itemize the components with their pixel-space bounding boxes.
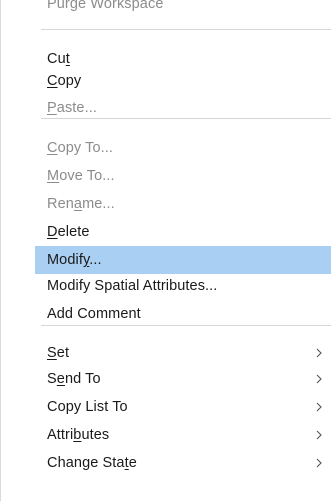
- menu-item-label: Send To: [47, 371, 101, 387]
- menu-item-label: Modify Spatial Attributes...: [47, 278, 218, 294]
- menu-item-label: Delete: [47, 224, 90, 240]
- menu-item-label: Add Comment: [47, 306, 141, 322]
- chevron-right-icon: [316, 402, 322, 412]
- menu-item-label: Copy To...: [47, 140, 114, 156]
- menu-separator: [41, 29, 331, 30]
- menu-item-change-state[interactable]: Change State: [35, 449, 331, 477]
- mnemonic-key: M: [47, 168, 60, 184]
- mnemonic-key: P: [47, 100, 57, 116]
- menu-item-label: Copy List To: [47, 399, 128, 415]
- context-menu: Purge Workspace Cut Copy Paste... Copy To..…: [0, 0, 331, 501]
- menu-item-add-comment[interactable]: Add Comment: [35, 300, 331, 328]
- menu-item-set[interactable]: Set: [35, 339, 331, 367]
- mnemonic-key: C: [47, 73, 58, 89]
- menu-item-send-to[interactable]: Send To: [35, 365, 331, 393]
- menu-item-rename[interactable]: Rename...: [35, 190, 331, 218]
- menu-item-label: Rename...: [47, 196, 115, 212]
- menu-item-modify[interactable]: Modify...: [35, 246, 331, 274]
- mnemonic-key: C: [47, 140, 58, 156]
- menu-item-paste[interactable]: Paste...: [35, 94, 331, 122]
- menu-item-label: Set: [47, 345, 70, 361]
- mnemonic-key: D: [47, 224, 58, 240]
- menu-item-label: Paste...: [47, 100, 97, 116]
- menu-item-label: Change State: [47, 455, 137, 471]
- menu-item-label: Modify...: [47, 252, 102, 268]
- menu-item-label: Cut: [47, 51, 70, 67]
- chevron-right-icon: [316, 458, 322, 468]
- menu-item-attributes[interactable]: Attributes: [35, 421, 331, 449]
- mnemonic-key: e: [56, 371, 65, 387]
- menu-item-label: Move To...: [47, 168, 115, 184]
- chevron-right-icon: [316, 430, 322, 440]
- menu-item-copy-to[interactable]: Copy To...: [35, 134, 331, 162]
- menu-item-modify-spatial-attributes[interactable]: Modify Spatial Attributes...: [35, 272, 331, 300]
- menu-item-purge-workspace[interactable]: Purge Workspace: [35, 0, 331, 18]
- menu-item-delete[interactable]: Delete: [35, 218, 331, 246]
- mnemonic-key: a: [73, 196, 83, 212]
- menu-item-label: Attributes: [47, 427, 110, 443]
- chevron-right-icon: [316, 374, 322, 384]
- menu-item-label: Copy: [47, 73, 82, 89]
- chevron-right-icon: [316, 348, 322, 358]
- mnemonic-key: t: [65, 51, 70, 67]
- menu-item-copy-list-to[interactable]: Copy List To: [35, 393, 331, 421]
- menu-item-copy[interactable]: Copy: [35, 67, 331, 95]
- mnemonic-key: S: [47, 345, 57, 361]
- menu-item-label: Purge Workspace: [47, 0, 164, 12]
- menu-item-move-to[interactable]: Move To...: [35, 162, 331, 190]
